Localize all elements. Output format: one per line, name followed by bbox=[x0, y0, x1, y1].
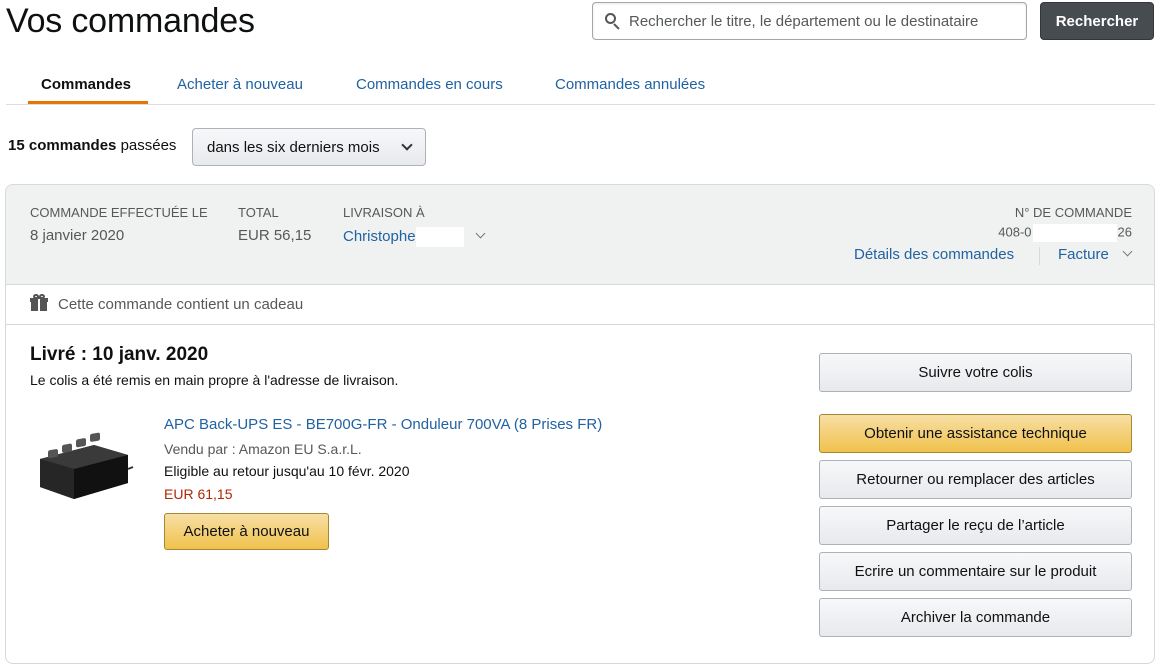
ship-to-recipient[interactable]: Christophe bbox=[343, 227, 464, 247]
invoice-link[interactable]: Facture bbox=[1058, 246, 1109, 263]
tab-open-orders[interactable]: Commandes en cours bbox=[356, 76, 503, 93]
product-price: EUR 61,15 bbox=[164, 486, 233, 502]
order-number-suffix: 26 bbox=[1117, 224, 1132, 240]
order-number-label: N° DE COMMANDE bbox=[1014, 205, 1132, 220]
product-return-eligibility: Eligible au retour jusqu'au 10 févr. 202… bbox=[164, 463, 410, 479]
order-card: COMMANDE EFFECTUÉE LE 8 janvier 2020 TOT… bbox=[5, 184, 1155, 664]
order-total-label: TOTAL bbox=[238, 205, 279, 220]
order-details-link[interactable]: Détails des commandes bbox=[854, 246, 1014, 263]
page-title: Vos commandes bbox=[6, 2, 255, 40]
delivery-detail: Le colis a été remis en main propre à l'… bbox=[30, 372, 399, 388]
orders-count: 15 commandes passées bbox=[8, 137, 176, 154]
gift-text: Cette commande contient un cadeau bbox=[58, 296, 304, 313]
chevron-down-icon[interactable] bbox=[475, 228, 486, 239]
tab-cancelled-orders[interactable]: Commandes annulées bbox=[555, 76, 705, 93]
order-tabs: Commandes Acheter à nouveau Commandes en… bbox=[6, 68, 1155, 105]
write-review-button[interactable]: Ecrire un commentaire sur le produit bbox=[819, 552, 1132, 591]
redacted-area bbox=[415, 227, 464, 247]
gift-notice: Cette commande contient un cadeau bbox=[6, 285, 1154, 325]
orders-count-suffix: passées bbox=[120, 137, 177, 154]
product-image[interactable] bbox=[34, 431, 134, 506]
link-divider bbox=[1039, 247, 1040, 265]
chevron-down-icon bbox=[401, 139, 413, 151]
buy-again-button[interactable]: Acheter à nouveau bbox=[164, 513, 329, 550]
gift-icon bbox=[30, 294, 48, 311]
ship-to-name: Christophe bbox=[343, 227, 416, 245]
order-date-value: 8 janvier 2020 bbox=[30, 227, 125, 244]
return-replace-button[interactable]: Retourner ou remplacer des articles bbox=[819, 460, 1132, 499]
tab-orders[interactable]: Commandes bbox=[41, 76, 131, 93]
order-date-label: COMMANDE EFFECTUÉE LE bbox=[30, 205, 208, 220]
search-input[interactable] bbox=[629, 12, 1019, 30]
orders-count-number: 15 commandes bbox=[8, 137, 117, 154]
search-button[interactable]: Rechercher bbox=[1040, 2, 1154, 40]
search-field[interactable] bbox=[592, 2, 1027, 40]
product-title-link[interactable]: APC Back-UPS ES - BE700G-FR - Onduleur 7… bbox=[164, 416, 602, 433]
share-receipt-button[interactable]: Partager le reçu de l’article bbox=[819, 506, 1132, 545]
order-header: COMMANDE EFFECTUÉE LE 8 janvier 2020 TOT… bbox=[6, 185, 1154, 285]
chevron-down-icon[interactable] bbox=[1122, 246, 1133, 257]
archive-order-button[interactable]: Archiver la commande bbox=[819, 598, 1132, 637]
search-icon bbox=[605, 13, 621, 30]
tech-support-button[interactable]: Obtenir une assistance technique bbox=[819, 414, 1132, 453]
delivery-status: Livré : 10 janv. 2020 bbox=[30, 344, 209, 365]
order-number-value: 408-0 26 bbox=[998, 224, 1132, 242]
active-tab-indicator bbox=[28, 101, 148, 104]
period-select[interactable]: dans les six derniers mois bbox=[192, 128, 426, 166]
redacted-area bbox=[1032, 224, 1117, 242]
ship-to-label: LIVRAISON À bbox=[343, 205, 425, 220]
product-seller: Vendu par : Amazon EU S.a.r.L. bbox=[164, 441, 362, 457]
period-select-value: dans les six derniers mois bbox=[207, 138, 380, 156]
tab-buy-again[interactable]: Acheter à nouveau bbox=[177, 76, 303, 93]
order-total-value: EUR 56,15 bbox=[238, 227, 312, 244]
order-number-prefix: 408-0 bbox=[998, 224, 1032, 240]
track-package-button[interactable]: Suivre votre colis bbox=[819, 353, 1132, 392]
